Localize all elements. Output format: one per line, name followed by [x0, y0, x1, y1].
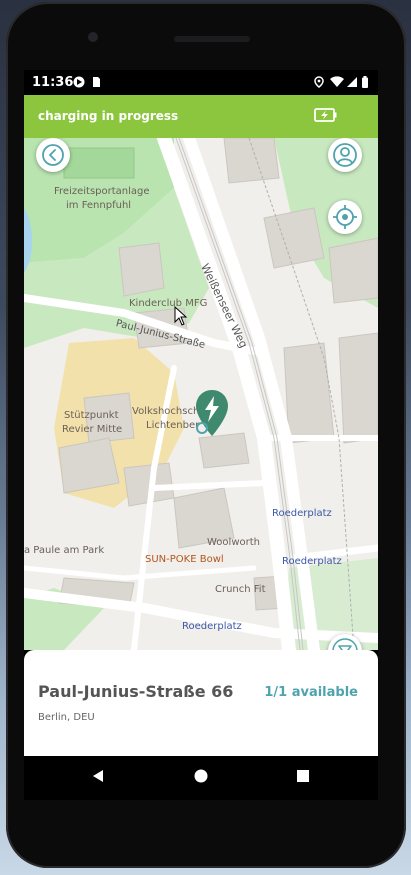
status-bar: 11:36: [24, 70, 378, 95]
back-arrow-icon: [42, 144, 64, 166]
android-nav-bar: [24, 756, 378, 800]
map-label: Woolworth: [207, 537, 260, 548]
charging-battery-icon[interactable]: [314, 106, 338, 124]
transit-label: Roederplatz: [272, 508, 332, 519]
earpiece: [174, 36, 250, 42]
wifi-icon: [330, 76, 344, 87]
transit-label: Roederplatz: [182, 621, 242, 632]
map-label: Kinderclub MFG: [129, 298, 208, 309]
station-info-sheet[interactable]: Paul-Junius-Straße 66 1/1 available Berl…: [24, 650, 378, 756]
map-label: SUN-POKE Bowl: [145, 554, 224, 565]
map-view[interactable]: Freizeitsportanlage im Fennpfuhl Kinderc…: [24, 138, 378, 650]
map-label: im Fennpfuhl: [66, 200, 132, 211]
my-location-icon: [333, 205, 357, 229]
station-city: Berlin, DEU: [38, 712, 95, 723]
map-label: Crunch Fit: [215, 584, 266, 595]
status-time: 11:36: [32, 75, 74, 90]
location-icon: [314, 76, 324, 88]
transit-label: Roederplatz: [282, 556, 342, 567]
charging-status-title: charging in progress: [38, 109, 179, 123]
map-label: Freizeitsportanlage: [54, 186, 150, 197]
charging-station-pin-icon[interactable]: [192, 388, 232, 440]
filter-icon: [332, 638, 358, 650]
front-camera: [88, 32, 98, 42]
map-label: Stützpunkt: [64, 410, 119, 421]
user-profile-icon: [333, 143, 357, 167]
battery-icon: [362, 76, 368, 88]
recents-square-icon[interactable]: [295, 768, 311, 784]
locate-me-button[interactable]: [328, 200, 362, 234]
filter-button[interactable]: [328, 634, 362, 650]
back-triangle-icon[interactable]: [90, 768, 106, 784]
sim-card-icon: [93, 77, 100, 87]
availability-label: 1/1 available: [264, 685, 358, 700]
back-button[interactable]: [36, 138, 70, 172]
profile-button[interactable]: [328, 138, 362, 172]
mouse-cursor-icon: [174, 306, 188, 326]
station-address: Paul-Junius-Straße 66: [38, 682, 234, 701]
home-circle-icon[interactable]: [193, 768, 209, 784]
map-label: Volkshochsch: [132, 406, 200, 417]
play-store-icon: [73, 76, 85, 88]
phone-screen: 11:36 charging in progress Freizeitsport…: [24, 70, 378, 800]
app-bar: charging in progress: [24, 95, 378, 138]
map-label: Revier Mitte: [62, 424, 123, 435]
map-label: a Paule am Park: [24, 545, 105, 556]
signal-icon: [347, 77, 357, 87]
